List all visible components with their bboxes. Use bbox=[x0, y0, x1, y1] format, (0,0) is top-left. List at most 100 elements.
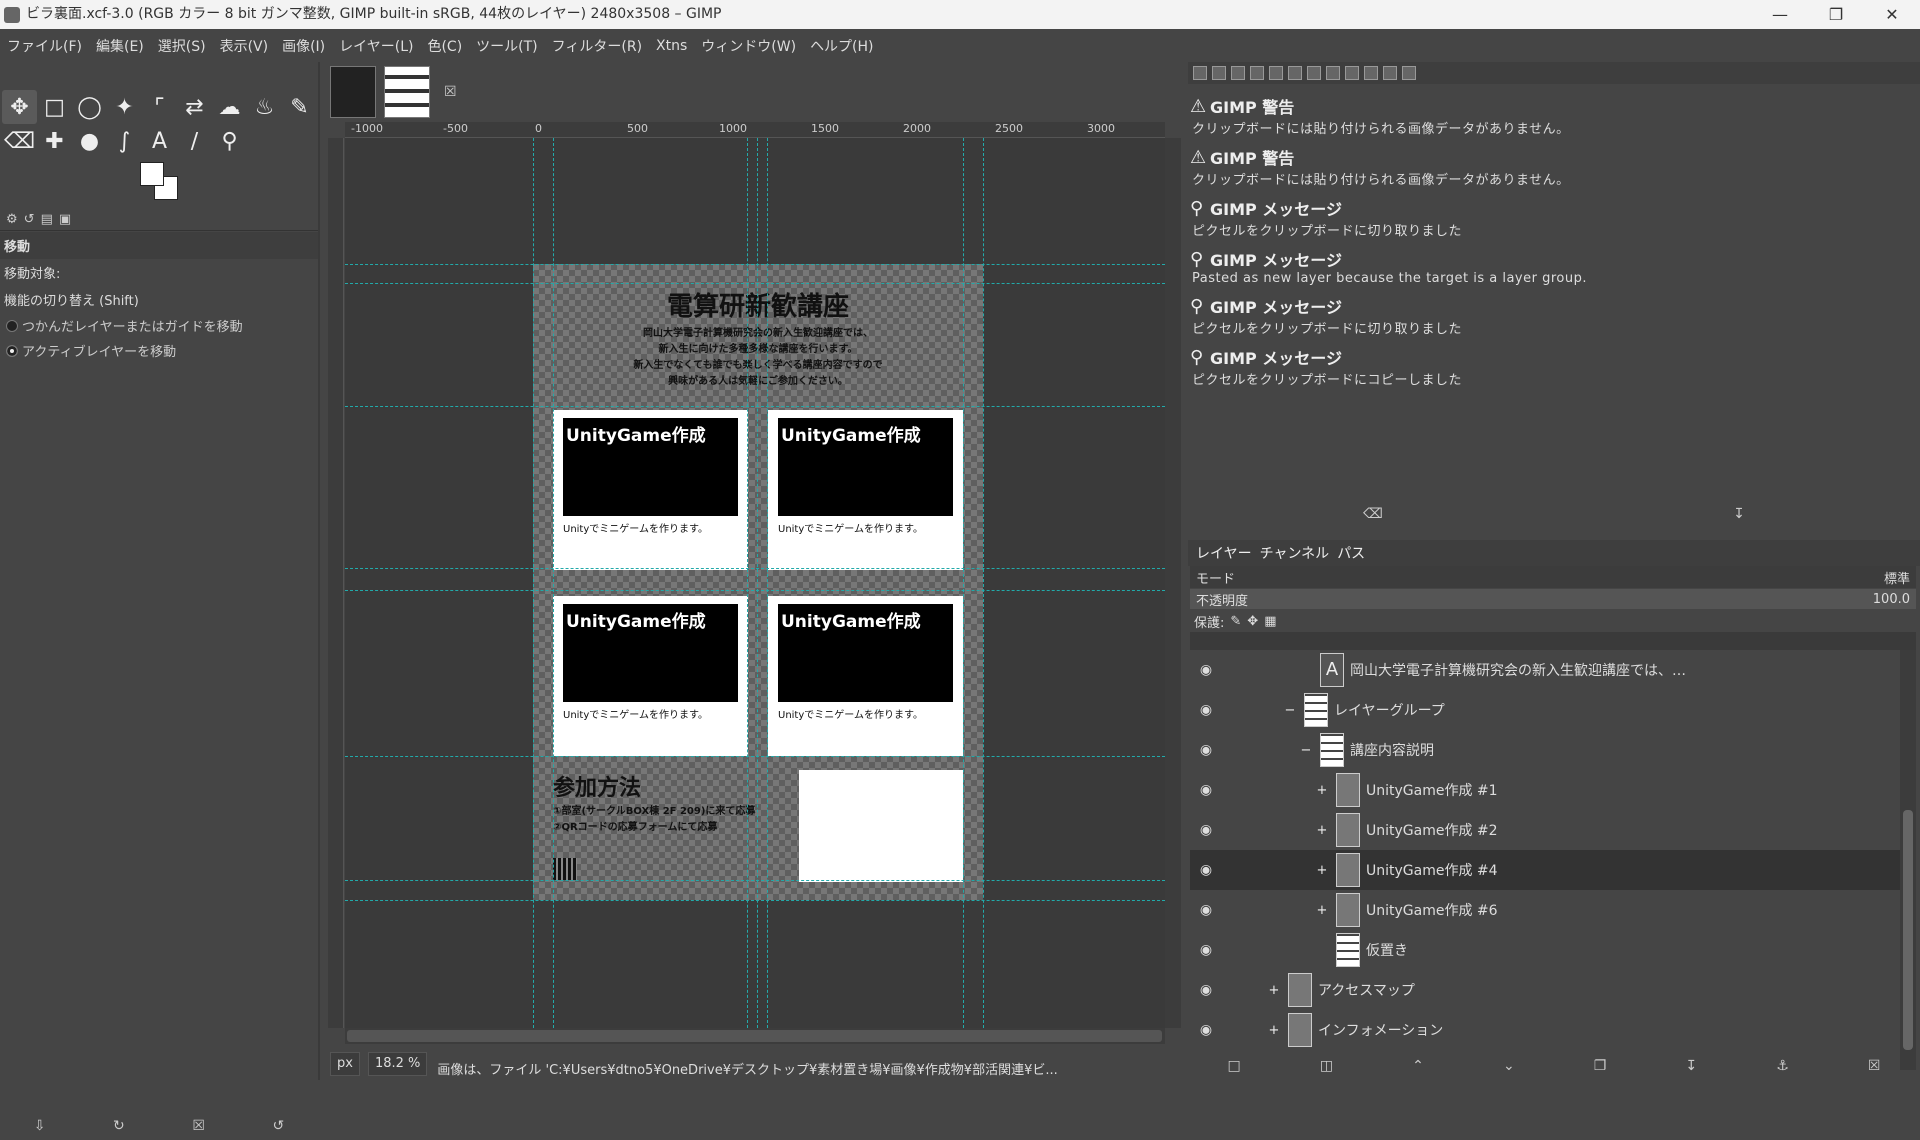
undo-history-tab-icon[interactable]: ▤ bbox=[41, 212, 53, 227]
warp-transform-icon[interactable]: ☁ bbox=[212, 90, 247, 124]
opacity-slider[interactable]: 不透明度 100.0 bbox=[1190, 589, 1916, 609]
unit-select[interactable]: px bbox=[330, 1052, 360, 1076]
unified-transform-icon[interactable]: ⇄ bbox=[177, 90, 212, 124]
guide-vertical[interactable] bbox=[533, 138, 534, 1028]
close-icon[interactable]: ✕ bbox=[1864, 0, 1920, 29]
radio-active-layer[interactable]: アクティブレイヤーを移動 bbox=[0, 338, 318, 363]
rect-select-icon[interactable]: □ bbox=[37, 90, 72, 124]
restore-icon[interactable]: ❐ bbox=[1808, 0, 1864, 29]
visibility-eye-icon[interactable]: ◉ bbox=[1194, 862, 1218, 878]
heal-icon[interactable]: ✚ bbox=[37, 124, 72, 158]
duplicate-layer-icon[interactable]: ❐ bbox=[1594, 1058, 1607, 1080]
layer-row[interactable]: ◉ + UnityGame作成 #6 bbox=[1190, 890, 1900, 930]
delete-preset-icon[interactable]: ☒ bbox=[192, 1118, 205, 1134]
paths-tab-icon[interactable] bbox=[1288, 66, 1302, 80]
layer-row[interactable]: ◉ + UnityGame作成 #2 bbox=[1190, 810, 1900, 850]
patterns-tab-icon[interactable] bbox=[1231, 66, 1245, 80]
expand-icon[interactable]: + bbox=[1316, 903, 1328, 918]
layers-scrollbar[interactable] bbox=[1900, 650, 1916, 1070]
device-status-tab-icon[interactable]: ↺ bbox=[24, 212, 35, 227]
scrollbar-thumb[interactable] bbox=[1903, 810, 1913, 1050]
layer-row[interactable]: ◉ + UnityGame作成 #1 bbox=[1190, 770, 1900, 810]
menu-colors[interactable]: 色(C) bbox=[420, 36, 469, 56]
guide-horizontal[interactable] bbox=[345, 880, 1165, 881]
image-canvas[interactable]: 電算研新歓講座 岡山大学電子計算機研究会の新入生歓迎講座では、 新入生に向けた多… bbox=[345, 138, 1165, 1028]
menu-windows[interactable]: ウィンドウ(W) bbox=[694, 36, 803, 56]
menu-filters[interactable]: フィルター(R) bbox=[545, 36, 649, 56]
visibility-eye-icon[interactable]: ◉ bbox=[1194, 822, 1218, 838]
expand-icon[interactable]: + bbox=[1316, 783, 1328, 798]
guide-horizontal[interactable] bbox=[345, 264, 1165, 265]
scrollbar-thumb[interactable] bbox=[347, 1030, 1162, 1042]
lower-layer-icon[interactable]: ⌄ bbox=[1503, 1058, 1515, 1080]
menu-file[interactable]: ファイル(F) bbox=[0, 36, 89, 56]
expand-icon[interactable]: + bbox=[1316, 823, 1328, 838]
move-tool-icon[interactable]: ✥ bbox=[2, 90, 37, 124]
zoom-select[interactable]: 18.2 % bbox=[367, 1052, 428, 1076]
guide-vertical[interactable] bbox=[963, 138, 964, 1028]
new-group-icon[interactable]: ◫ bbox=[1320, 1058, 1333, 1080]
menu-xtns[interactable]: Xtns bbox=[649, 38, 694, 54]
visibility-eye-icon[interactable]: ◉ bbox=[1194, 702, 1218, 718]
tab-paths[interactable]: パス bbox=[1337, 543, 1365, 563]
images-tab-icon[interactable]: ▣ bbox=[59, 212, 71, 227]
guide-horizontal[interactable] bbox=[345, 283, 1165, 284]
save-console-icon[interactable]: ↧ bbox=[1733, 506, 1745, 528]
image-thumb-front[interactable] bbox=[330, 66, 376, 118]
guide-horizontal[interactable] bbox=[345, 406, 1165, 407]
merge-down-icon[interactable]: ↧ bbox=[1685, 1058, 1697, 1080]
tool-presets-tab-icon[interactable] bbox=[1307, 66, 1321, 80]
clear-console-icon[interactable]: ⌫ bbox=[1363, 506, 1383, 528]
guide-vertical[interactable] bbox=[553, 138, 554, 1028]
foreground-color-swatch[interactable] bbox=[140, 162, 164, 186]
layer-row[interactable]: ◉ A 岡山大学電子計算機研究会の新入生歓迎講座では、… bbox=[1190, 650, 1900, 690]
menu-tools[interactable]: ツール(T) bbox=[469, 36, 544, 56]
expand-icon[interactable]: + bbox=[1268, 1023, 1280, 1038]
guide-horizontal[interactable] bbox=[345, 900, 1165, 901]
canvas-vertical-scrollbar[interactable] bbox=[1165, 138, 1181, 1028]
tab-layers[interactable]: レイヤー bbox=[1196, 543, 1252, 563]
guide-vertical[interactable] bbox=[747, 138, 748, 1028]
document-history-tab-icon[interactable] bbox=[1383, 66, 1397, 80]
close-tab-icon[interactable]: ☒ bbox=[444, 84, 457, 100]
menu-select[interactable]: 選択(S) bbox=[151, 36, 213, 56]
reset-options-icon[interactable]: ↺ bbox=[272, 1118, 284, 1134]
layer-row[interactable]: ◉ − 講座内容説明 bbox=[1190, 730, 1900, 770]
colors-tab-icon[interactable] bbox=[1364, 66, 1378, 80]
lock-alpha-icon[interactable]: ▦ bbox=[1264, 614, 1276, 629]
opacity-value[interactable]: 100.0 bbox=[1873, 592, 1910, 607]
gradients-tab-icon[interactable] bbox=[1269, 66, 1283, 80]
fonts-tab-icon[interactable] bbox=[1250, 66, 1264, 80]
save-preset-icon[interactable]: ⇩ bbox=[34, 1118, 46, 1134]
lasso-icon[interactable]: ◯ bbox=[72, 90, 107, 124]
fuzzy-select-icon[interactable]: ✦ bbox=[107, 90, 142, 124]
menu-layer[interactable]: レイヤー(L) bbox=[332, 36, 420, 56]
expand-icon[interactable]: + bbox=[1268, 983, 1280, 998]
lock-pixels-icon[interactable]: ✎ bbox=[1230, 614, 1241, 629]
menu-image[interactable]: 画像(I) bbox=[275, 36, 332, 56]
visibility-eye-icon[interactable]: ◉ bbox=[1194, 942, 1218, 958]
restore-preset-icon[interactable]: ↻ bbox=[113, 1118, 125, 1134]
smudge-icon[interactable]: ● bbox=[72, 124, 107, 158]
eraser-icon[interactable]: ⌫ bbox=[2, 124, 37, 158]
layer-row[interactable]: ◉ + アクセスマップ bbox=[1190, 970, 1900, 1010]
guide-horizontal[interactable] bbox=[345, 568, 1165, 569]
tool-options-tab-icon[interactable]: ⚙ bbox=[6, 212, 18, 227]
layers-tab-icon[interactable] bbox=[1193, 66, 1207, 80]
brushes-tab-icon[interactable] bbox=[1212, 66, 1226, 80]
palettes-tab-icon[interactable] bbox=[1345, 66, 1359, 80]
layer-mode-row[interactable]: モード 標準 bbox=[1190, 566, 1916, 588]
new-layer-icon[interactable]: □ bbox=[1228, 1058, 1241, 1080]
visibility-eye-icon[interactable]: ◉ bbox=[1194, 902, 1218, 918]
guide-horizontal[interactable] bbox=[345, 756, 1165, 757]
layer-row[interactable]: ◉ 仮置き bbox=[1190, 930, 1900, 970]
paths-icon[interactable]: ∫ bbox=[107, 124, 142, 158]
collapse-icon[interactable]: − bbox=[1300, 743, 1312, 758]
templates-tab-icon[interactable] bbox=[1402, 66, 1416, 80]
fg-bg-colors[interactable] bbox=[140, 162, 180, 202]
guide-horizontal[interactable] bbox=[345, 590, 1165, 591]
visibility-eye-icon[interactable]: ◉ bbox=[1194, 982, 1218, 998]
bucket-fill-icon[interactable]: ♨ bbox=[247, 90, 282, 124]
expand-icon[interactable]: + bbox=[1316, 863, 1328, 878]
canvas-horizontal-scrollbar[interactable] bbox=[345, 1028, 1165, 1044]
